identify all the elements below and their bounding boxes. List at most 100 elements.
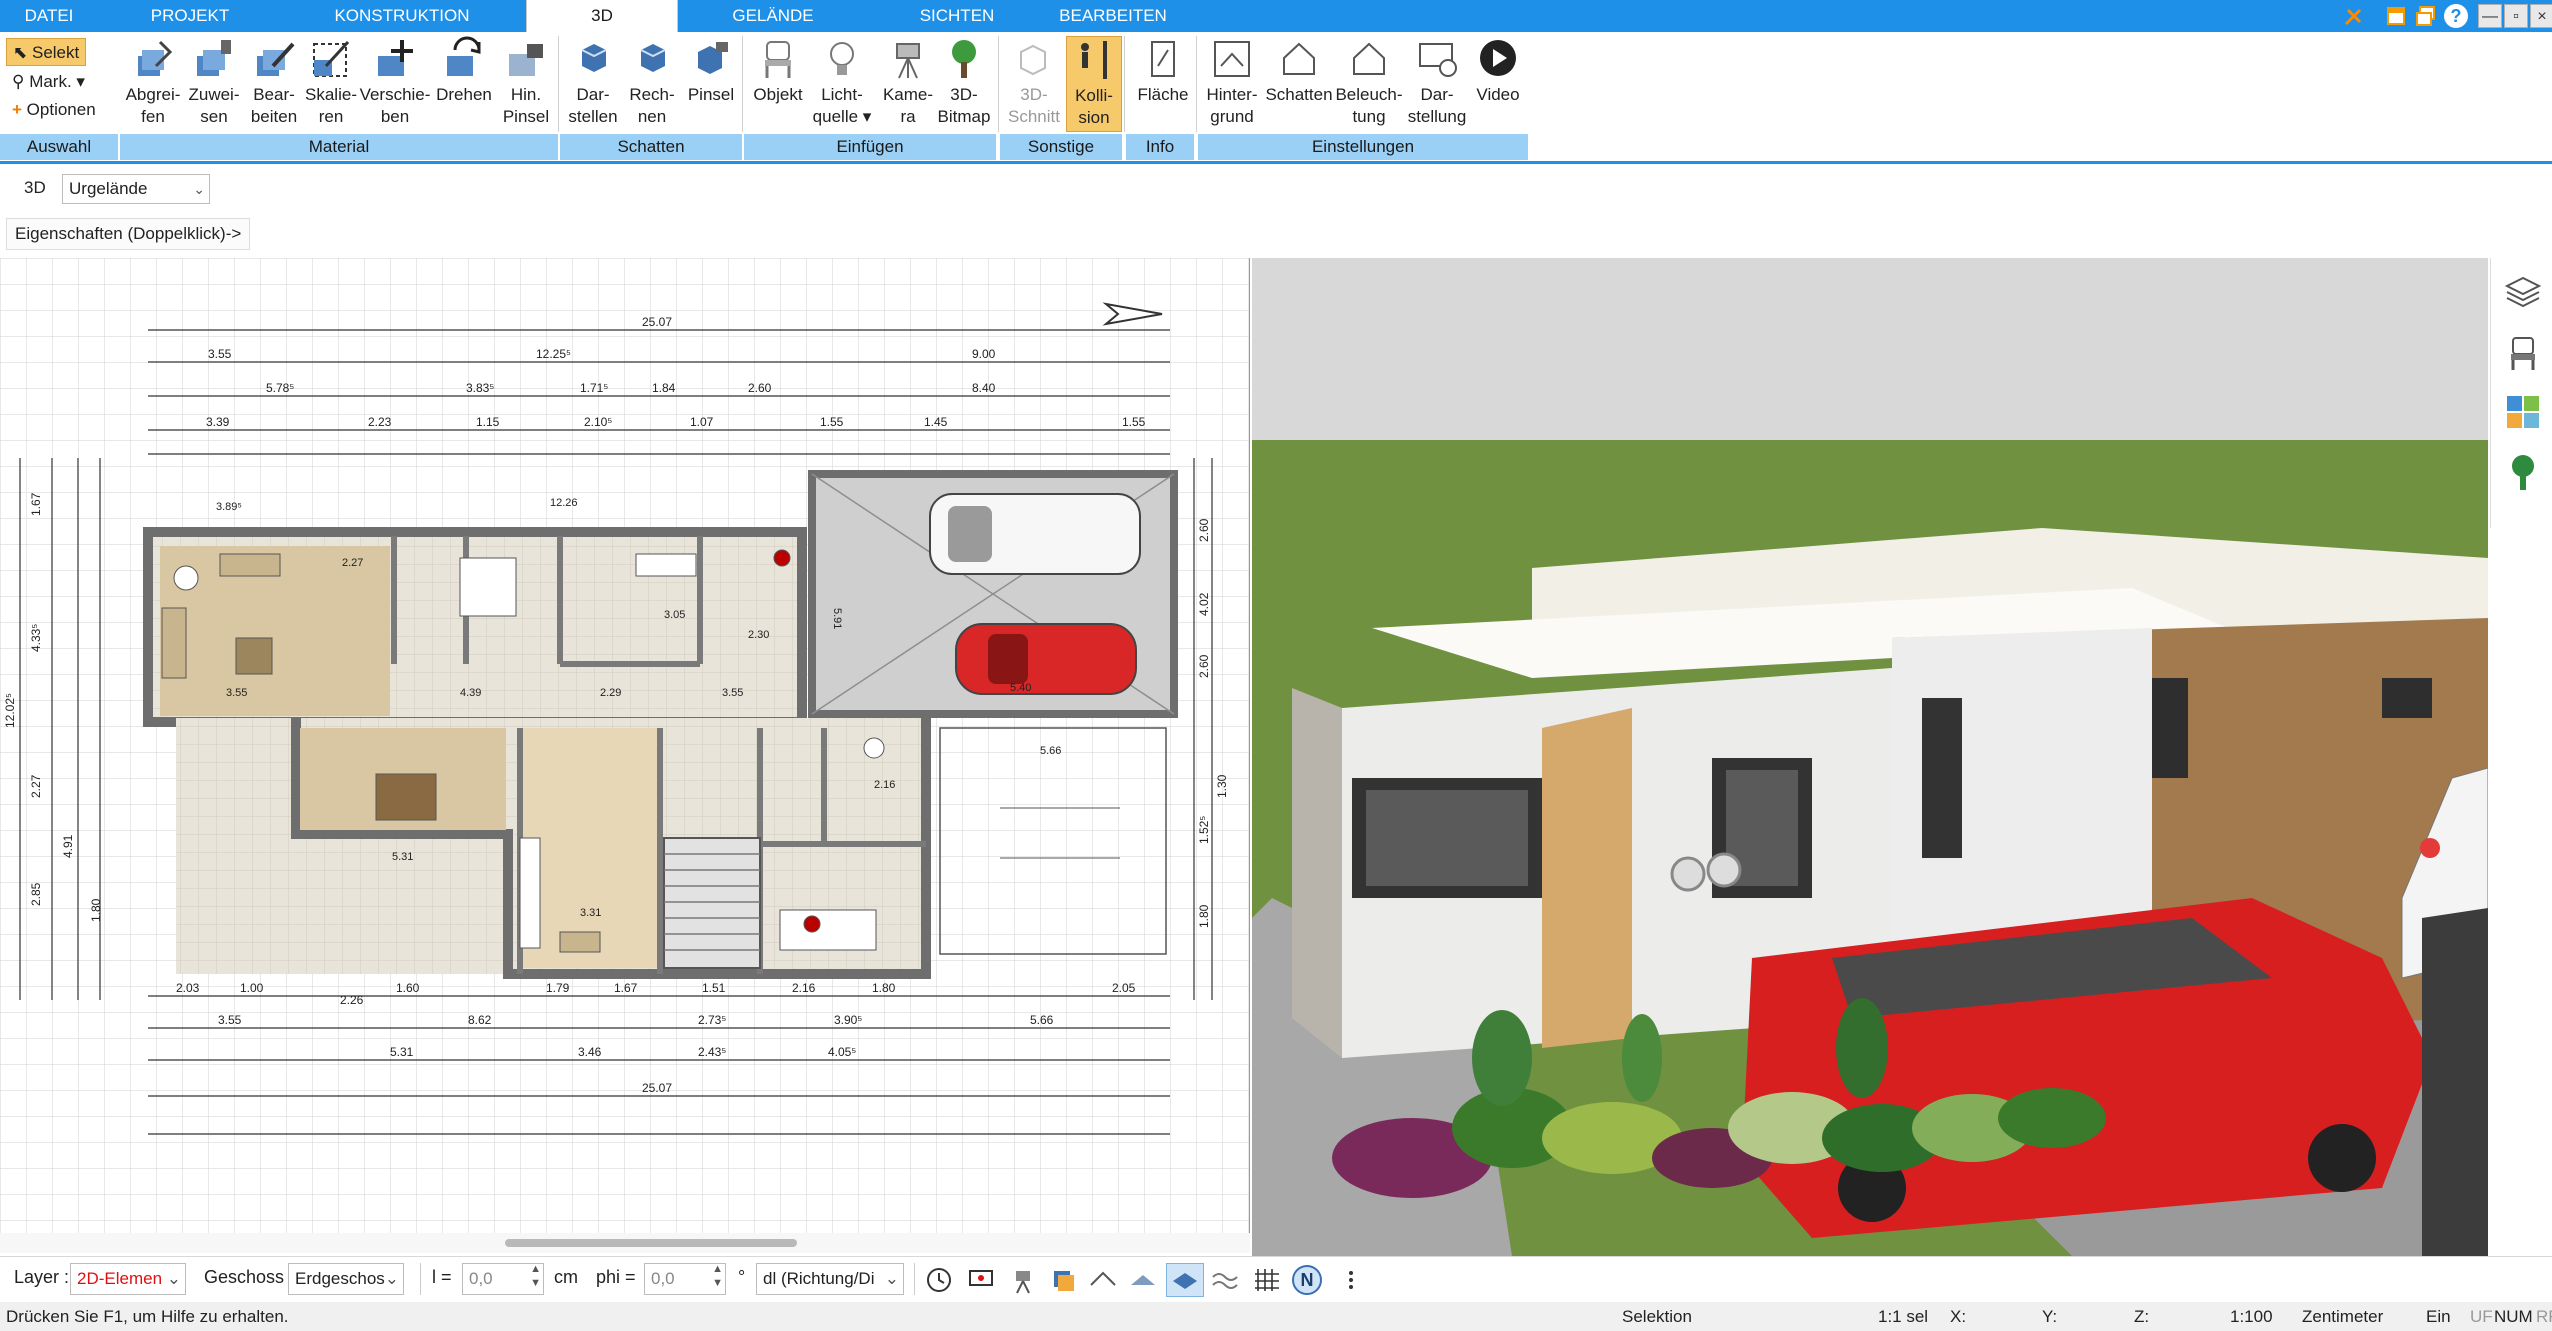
area-button[interactable]: Fläche [1132,36,1194,106]
layer-label: Layer : [14,1267,70,1287]
monitor-icon[interactable] [966,1265,996,1295]
plane-icon[interactable] [1170,1265,1200,1295]
floor-select[interactable]: Erdgeschos ⌄ [288,1263,404,1295]
edit-material-button[interactable]: Bear-beiten [244,36,304,128]
grid-icon[interactable] [1252,1265,1282,1295]
dim-label: 3.31 [580,907,601,919]
collision-button[interactable]: Kolli-sion [1066,36,1122,132]
floor-plan-canvas[interactable]: 25.07 3.55 12.25⁵ 9.00 5.78⁵ 8.40 3.39 2… [0,258,1250,1253]
stepper-icon[interactable]: ▲ ▼ [530,1262,541,1290]
btn-label: Pinsel [502,107,550,126]
stepper-icon[interactable]: ▲ ▼ [712,1262,723,1290]
insert-object-button[interactable]: Objekt [748,36,808,106]
section-3d-button[interactable]: 3D- Schnitt [1004,36,1064,128]
north-icon[interactable]: N [1292,1265,1322,1295]
dim-label: 1.15 [476,415,500,429]
tab-projekt[interactable]: PROJEKT [120,0,260,32]
dim-label: 3.55 [722,687,743,699]
help-icon[interactable]: ? [2444,4,2468,28]
assign-material-button[interactable]: Zuwei-sen [184,36,244,128]
roof-icon[interactable] [1088,1265,1118,1295]
minimize-button[interactable]: — [2478,4,2502,28]
brush-material-button[interactable]: Hin. Pinsel [496,36,556,128]
options-button[interactable]: + Optionen [6,96,102,124]
plan-horizontal-scrollbar[interactable] [0,1233,1250,1253]
window-icon[interactable] [2384,4,2408,28]
layers-small-icon[interactable] [1048,1265,1078,1295]
dim-label: 3.39 [206,415,230,429]
display-settings-button[interactable]: Dar-stellung [1404,36,1470,128]
mark-button[interactable]: ⚲ Mark. ▾ [6,68,91,96]
move-material-button[interactable]: Verschie-ben [358,36,432,128]
pick-material-button[interactable]: Abgrei-fen [122,36,184,128]
insert-bitmap-button[interactable]: 3D- Bitmap [934,36,994,128]
group-divider [558,36,559,132]
materials-icon[interactable] [2503,392,2543,432]
btn-label: Hinter- [1206,85,1258,104]
layer-select[interactable]: 2D-Elemen ⌄ [70,1263,186,1295]
dim-label: 1.55 [1122,415,1146,429]
tools-icon[interactable] [2342,4,2366,28]
plant-icon[interactable] [2503,452,2543,492]
tab-datei[interactable]: DATEI [0,0,98,32]
shadow-brush-button[interactable]: Pinsel [682,36,740,106]
clock-icon[interactable] [924,1265,954,1295]
furniture-icon[interactable] [2503,332,2543,372]
video-button[interactable]: Video [1468,36,1528,106]
btn-label: 3D- [1020,85,1048,104]
dim-label: 5.66 [1030,1013,1054,1027]
btn-label: grund [1210,107,1254,126]
tab-sichten[interactable]: SICHTEN [890,0,1024,32]
car-icon [955,623,1137,695]
view-3d[interactable] [1252,258,2488,1256]
tab-gelaende[interactable]: GELÄNDE [710,0,836,32]
length-input[interactable]: 0,0 ▲ ▼ [462,1263,544,1295]
close-button[interactable]: × [2530,4,2552,28]
lighting-button[interactable]: Beleuch-tung [1334,36,1404,128]
btn-label: Beleuch- [1335,85,1403,104]
shadow-settings-button[interactable]: Schatten [1264,36,1334,106]
select-button[interactable]: ⬉ Selekt [6,38,87,66]
insert-camera-button[interactable]: Kame-ra [876,36,940,128]
layer-value: 2D-Elemen [77,1269,163,1288]
plus-icon: + [12,100,22,119]
floor-plan-2d[interactable]: 25.07 3.55 12.25⁵ 9.00 5.78⁵ 8.40 3.39 2… [0,258,1250,1253]
rotate-material-button[interactable]: Drehen [432,36,496,106]
background-house-icon [1214,41,1250,77]
tab-bearbeiten[interactable]: BEARBEITEN [1046,0,1180,32]
windows-icon[interactable] [2414,4,2438,28]
group-label-auswahl: Auswahl [0,134,120,160]
dim-label: 4.91 [61,834,75,858]
texture-icon[interactable] [1128,1265,1158,1295]
phi-input[interactable]: 0,0 ▲ ▼ [644,1263,726,1295]
direction-select[interactable]: dl (Richtung/Di ⌄ [756,1263,904,1295]
waves-icon[interactable] [1210,1265,1240,1295]
camera-small-icon[interactable] [1008,1265,1038,1295]
scale-material-button[interactable]: Skalie-ren [304,36,358,128]
more-icon[interactable] [1336,1265,1366,1295]
background-button[interactable]: Hinter-grund [1200,36,1264,128]
status-help: Drücken Sie F1, um Hilfe zu erhalten. [6,1307,289,1326]
dim-label: 2.10⁵ [584,415,612,429]
insert-light-button[interactable]: Licht-quelle ▾ [810,36,874,128]
dim-label: 1.80 [89,898,103,922]
garage[interactable]: 5.40 5.91 [808,470,1178,718]
tab-konstruktion[interactable]: KONSTRUKTION [320,0,484,32]
terrain-select[interactable]: Urgelände ⌄ [62,174,210,204]
dim-label: 8.40 [972,381,996,395]
direction-value: dl (Richtung/Di [763,1269,875,1288]
phi-value: 0,0 [651,1269,675,1288]
floor-label: Geschoss : [204,1267,295,1287]
status-unit: Zentimeter [2302,1307,2384,1326]
layers-icon[interactable] [2503,272,2543,312]
dim-label: 5.91 [831,608,843,629]
brush-icon [509,44,543,76]
scroll-thumb[interactable] [505,1239,797,1247]
shadow-show-button[interactable]: Dar-stellen [562,36,624,128]
shadow-calc-button[interactable]: Rech-nen [624,36,680,128]
properties-button[interactable]: Eigenschaften (Doppelklick)-> [6,218,251,250]
3d-render-canvas[interactable] [1252,258,2488,1256]
lighting-house-icon [1353,42,1385,75]
tab-3d[interactable]: 3D [526,0,678,32]
restore-button[interactable]: ▫ [2504,4,2528,28]
